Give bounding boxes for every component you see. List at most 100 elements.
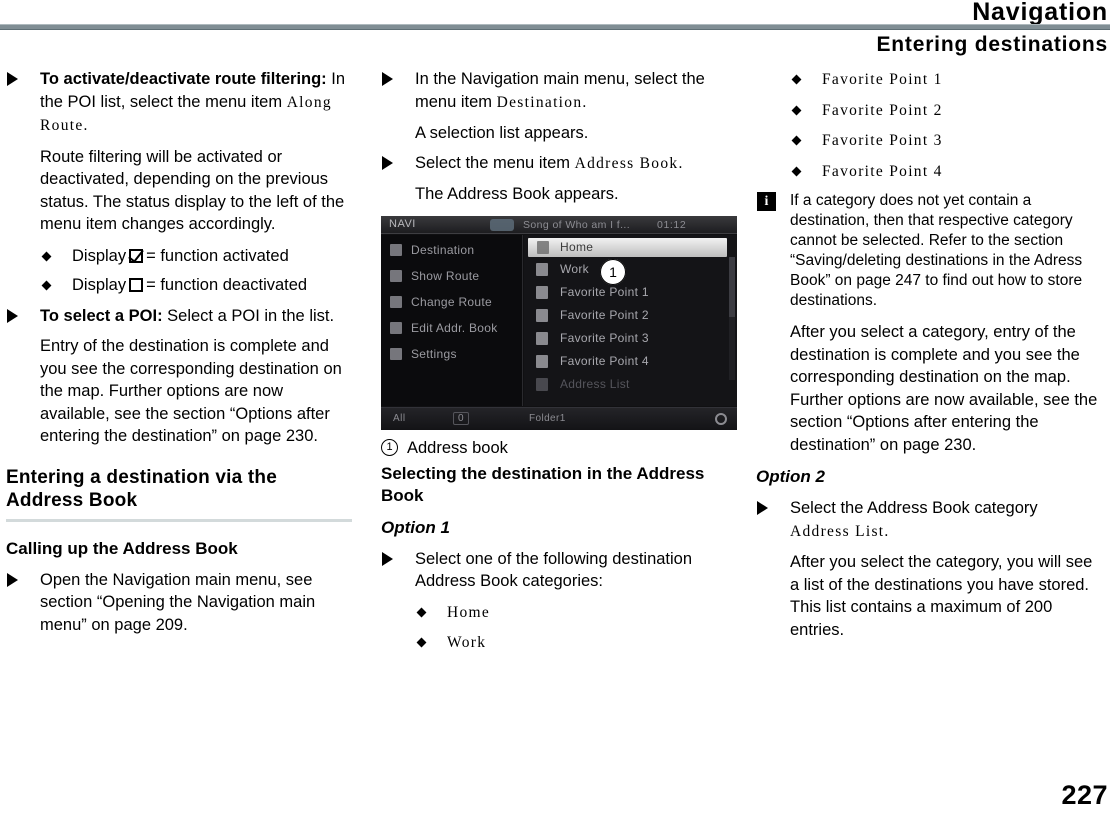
bullet-favorite-point-4: Favorite Point 4 bbox=[790, 160, 1102, 184]
bullet-text: Favorite Point 4 bbox=[822, 162, 943, 180]
paragraph-route-filtering: Route filtering will be activated or dea… bbox=[40, 147, 345, 234]
header-divider bbox=[0, 24, 1110, 30]
address-book-item-label: Home bbox=[560, 239, 594, 254]
ui-term-period: . bbox=[83, 117, 89, 134]
step-select-address-book-menu-item: Select the menu item Address Book. bbox=[381, 152, 727, 176]
info-note-text: If a category does not yet contain a des… bbox=[790, 192, 1083, 309]
list-icon bbox=[536, 377, 548, 391]
bullet-favorite-point-1: Favorite Point 1 bbox=[790, 68, 1102, 92]
navigation-screen: NAVI Song of Who am I f... 01:12 Destina… bbox=[381, 215, 737, 430]
address-book-item-label: Address List bbox=[560, 376, 630, 391]
star-icon bbox=[536, 354, 548, 368]
bullet-text: Favorite Point 2 bbox=[822, 101, 943, 119]
ui-term-address-book: Address Book bbox=[574, 154, 679, 172]
gear-icon bbox=[390, 347, 402, 360]
address-book-item-work[interactable]: Work bbox=[524, 258, 737, 281]
callout-marker-1: 1 bbox=[600, 258, 626, 285]
screen-main-menu-list: Destination Show Route Change Route Edit… bbox=[381, 234, 523, 406]
menu-item-show-route[interactable]: Show Route bbox=[381, 265, 522, 287]
change-route-icon bbox=[390, 295, 402, 308]
column-middle: In the Navigation main menu, select the … bbox=[381, 68, 737, 663]
bullet-favorite-point-3: Favorite Point 3 bbox=[790, 129, 1102, 153]
ui-term-address-list: Address List bbox=[790, 522, 885, 540]
address-book-item-home[interactable]: Home bbox=[528, 237, 727, 257]
bullet-category-home: Home bbox=[415, 601, 727, 625]
screen-status-bar: NAVI Song of Who am I f... 01:12 bbox=[381, 215, 737, 234]
step-arrow-icon bbox=[382, 72, 393, 86]
bullet-list-categories: Home Work bbox=[381, 601, 727, 655]
address-book-item-label: Favorite Point 2 bbox=[560, 307, 649, 322]
checkbox-empty-icon bbox=[129, 278, 144, 292]
diamond-bullet-icon bbox=[416, 637, 427, 648]
info-note: i If a category does not yet contain a d… bbox=[756, 191, 1102, 311]
diamond-bullet-icon bbox=[41, 251, 52, 261]
bullet-list-favorite-points: Favorite Point 1 Favorite Point 2 Favori… bbox=[756, 68, 1102, 183]
step-text: Select one of the following destination … bbox=[415, 549, 693, 591]
diamond-bullet-icon bbox=[41, 280, 52, 291]
address-book-item-label: Favorite Point 3 bbox=[560, 330, 649, 345]
menu-item-label: Show Route bbox=[411, 268, 480, 283]
address-book-item-label: Favorite Point 1 bbox=[560, 284, 649, 299]
menu-item-label: Destination bbox=[411, 242, 475, 257]
menu-item-label: Edit Addr. Book bbox=[411, 320, 498, 335]
step-label: To select a POI: bbox=[40, 306, 163, 325]
heading-option-2: Option 2 bbox=[756, 467, 825, 486]
step-select-address-list-category: Select the Address Book category Address … bbox=[756, 497, 1102, 543]
bullet-text: Favorite Point 3 bbox=[822, 132, 943, 149]
step-activate-route-filtering: To activate/deactivate route filtering: … bbox=[6, 68, 352, 138]
address-book-item-favorite-point-2[interactable]: Favorite Point 2 bbox=[524, 304, 737, 327]
bottom-bar-all-label: All bbox=[393, 412, 406, 424]
paragraph-after-select-category: After you select a category, entry of th… bbox=[790, 323, 1098, 454]
ui-term-period: . bbox=[582, 93, 588, 111]
bullet-list-display-states: Display = function activated Display = fun… bbox=[6, 245, 352, 297]
figure-caption-text: Address book bbox=[407, 438, 508, 457]
ui-term-period: . bbox=[678, 154, 684, 172]
step-open-navigation-main-menu: Open the Navigation main menu, see secti… bbox=[6, 569, 352, 637]
ui-term-destination: Destination bbox=[496, 93, 583, 111]
address-book-item-address-list: Address List bbox=[524, 373, 737, 396]
bullet-text: Home bbox=[447, 603, 491, 621]
scrollbar[interactable] bbox=[729, 256, 735, 380]
step-label: To activate/deactivate route filtering: bbox=[40, 70, 327, 88]
step-select-address-book-category: Select one of the following destination … bbox=[381, 548, 727, 593]
page-number: 227 bbox=[1061, 780, 1108, 810]
bottom-bar-folder-label: Folder1 bbox=[529, 412, 566, 424]
menu-item-destination[interactable]: Destination bbox=[381, 239, 522, 261]
step-select-destination-menu-item: In the Navigation main menu, select the … bbox=[381, 68, 727, 114]
disc-icon bbox=[490, 218, 514, 231]
column-right: Favorite Point 1 Favorite Point 2 Favori… bbox=[756, 68, 1102, 650]
home-icon bbox=[537, 240, 549, 254]
bullet-text: Work bbox=[447, 634, 487, 651]
address-book-item-favorite-point-3[interactable]: Favorite Point 3 bbox=[524, 327, 737, 350]
bullet-text-post: = function activated bbox=[146, 246, 289, 265]
step-text: Select the Address Book category bbox=[790, 499, 1038, 517]
step-text: Select a POI in the list. bbox=[162, 306, 335, 325]
star-icon bbox=[536, 308, 548, 322]
step-arrow-icon bbox=[7, 572, 18, 587]
bullet-category-work: Work bbox=[415, 631, 727, 655]
menu-item-edit-addr-book[interactable]: Edit Addr. Book bbox=[381, 317, 522, 339]
screen-bottom-bar: All 0 Folder1 bbox=[381, 406, 737, 430]
ui-term-period: . bbox=[884, 522, 890, 540]
heading-selecting-destination: Selecting the destination in the Address… bbox=[381, 463, 705, 505]
address-book-item-label: Favorite Point 4 bbox=[560, 353, 649, 368]
navi-label: NAVI bbox=[389, 217, 416, 230]
heading-option-1: Option 1 bbox=[381, 517, 450, 537]
diamond-bullet-icon bbox=[791, 105, 802, 115]
address-book-item-favorite-point-1[interactable]: Favorite Point 1 bbox=[524, 281, 737, 304]
menu-item-change-route[interactable]: Change Route bbox=[381, 291, 522, 313]
track-time: 01:12 bbox=[657, 218, 687, 231]
step-select-poi: To select a POI: Select a POI in the lis… bbox=[6, 305, 352, 328]
step-text: Select the menu item bbox=[415, 153, 575, 172]
paragraph-destination-list: After you select the category, you will … bbox=[790, 553, 1093, 639]
address-book-item-favorite-point-4[interactable]: Favorite Point 4 bbox=[524, 350, 737, 373]
info-icon: i bbox=[757, 192, 776, 211]
heading-calling-up-address-book: Calling up the Address Book bbox=[6, 538, 238, 558]
diamond-bullet-icon bbox=[416, 607, 427, 617]
address-book-item-label: Work bbox=[560, 261, 589, 276]
route-icon bbox=[390, 269, 402, 282]
menu-item-settings[interactable]: Settings bbox=[381, 343, 522, 365]
knob-icon bbox=[715, 412, 727, 425]
bullet-text-post: = function deactivated bbox=[146, 276, 308, 294]
pencil-icon bbox=[390, 321, 402, 334]
